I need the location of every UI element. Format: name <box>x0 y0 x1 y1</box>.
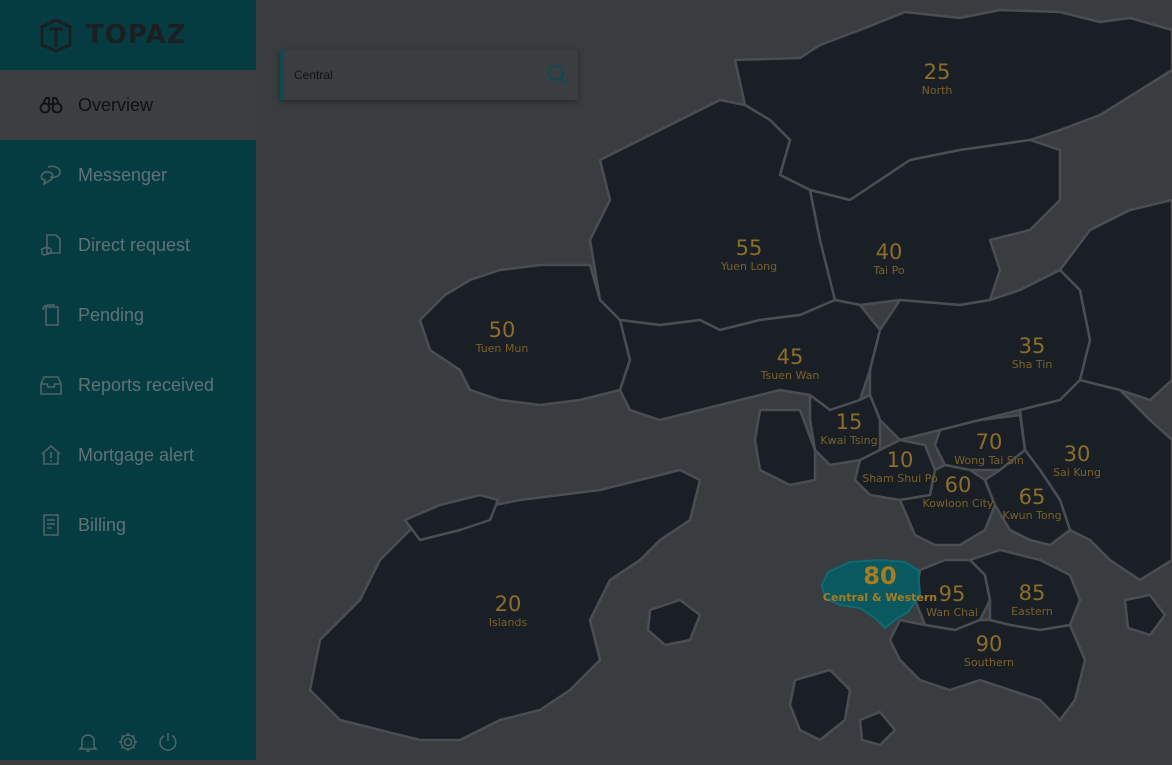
region-name: Tuen Mun <box>475 342 529 355</box>
region-name: Kwai Tsing <box>820 434 877 447</box>
region-name: Tai Po <box>872 264 904 277</box>
sidebar-item-messenger[interactable]: Messenger <box>0 140 256 210</box>
sidebar-nav: Overview Messenger Direct request Pendin… <box>0 70 256 560</box>
region-islet-d <box>1123 593 1167 637</box>
district-map[interactable]: 25 North 55 Yuen Long 40 Tai Po 50 Tuen Mun 45 Ts… <box>256 0 1172 760</box>
region-value: 10 <box>887 448 914 472</box>
house-alert-icon <box>38 442 64 468</box>
region-value: 40 <box>876 240 903 264</box>
sidebar-item-billing[interactable]: Billing <box>0 490 256 560</box>
region-value: 85 <box>1019 581 1046 605</box>
region-name: Kwun Tong <box>1002 509 1061 522</box>
search-input[interactable] <box>284 67 534 83</box>
selected-region-name: Central & Western <box>823 591 937 604</box>
sidebar-item-label: Mortgage alert <box>78 444 195 465</box>
document-hand-icon <box>38 232 64 258</box>
region-value: 50 <box>489 318 516 342</box>
sidebar-item-label: Overview <box>78 94 154 115</box>
topaz-logo-icon <box>40 18 72 53</box>
region-value: 30 <box>1064 442 1091 466</box>
region-lantau-strip <box>753 408 817 487</box>
region-value: 95 <box>939 582 966 606</box>
map-canvas: 25North 55Yuen Long 40Tai Po 50Tuen Mun 45Ts… <box>308 8 1172 747</box>
sidebar-item-reports-received[interactable]: Reports received <box>0 350 256 420</box>
sidebar-footer <box>76 730 180 754</box>
region-value: 35 <box>1019 334 1046 358</box>
region-name: Wong Tai Sin <box>954 454 1024 467</box>
sidebar-item-label: Messenger <box>78 164 168 185</box>
region-name: North <box>922 84 953 97</box>
region-value: 45 <box>777 345 804 369</box>
sidebar-item-label: Billing <box>78 514 127 535</box>
region-name: Kowloon City <box>923 497 994 510</box>
region-value: 15 <box>836 410 863 434</box>
region-value: 65 <box>1019 485 1046 509</box>
binoculars-icon <box>38 92 64 118</box>
bell-icon[interactable] <box>76 730 100 754</box>
power-icon[interactable] <box>156 730 180 754</box>
documents-icon <box>38 302 64 328</box>
region-value: 90 <box>976 632 1003 656</box>
app-name: TOPAZ <box>86 20 187 50</box>
region-name: Southern <box>964 656 1014 669</box>
region-name: Wan Chai <box>926 606 978 619</box>
search-icon[interactable] <box>546 63 570 87</box>
gear-icon[interactable] <box>116 730 140 754</box>
sidebar-item-mortgage-alert[interactable]: Mortgage alert <box>0 420 256 490</box>
region-value: 60 <box>945 473 972 497</box>
sidebar-item-pending[interactable]: Pending <box>0 280 256 350</box>
region-name: Eastern <box>1011 605 1053 618</box>
search-bar <box>280 50 578 100</box>
brand[interactable]: TOPAZ <box>0 0 256 70</box>
region-islet-c <box>858 710 897 747</box>
sidebar-item-label: Reports received <box>78 374 215 395</box>
region-value: 55 <box>736 236 763 260</box>
region-value: 20 <box>495 592 522 616</box>
sidebar-item-overview[interactable]: Overview <box>0 70 256 140</box>
sidebar-item-direct-request[interactable]: Direct request <box>0 210 256 280</box>
region-name: Islands <box>489 616 528 629</box>
region-islet-b <box>646 598 702 647</box>
region-name: Sham Shui Po <box>862 472 938 485</box>
sidebar: TOPAZ Overview Messenger Direct request … <box>0 0 256 760</box>
receipt-icon <box>38 512 64 538</box>
sidebar-item-label: Direct request <box>78 234 191 255</box>
region-islet-a <box>788 668 852 742</box>
region-name: Sai Kung <box>1053 466 1101 479</box>
region-value: 70 <box>976 430 1003 454</box>
region-value: 25 <box>924 60 951 84</box>
sidebar-item-label: Pending <box>78 304 145 325</box>
chat-bubbles-icon <box>38 162 64 188</box>
region-name: Sha Tin <box>1012 358 1053 371</box>
selected-region-value: 80 <box>863 562 896 590</box>
inbox-tray-icon <box>38 372 64 398</box>
region-name: Yuen Long <box>720 260 777 273</box>
region-name: Tsuen Wan <box>760 369 820 382</box>
